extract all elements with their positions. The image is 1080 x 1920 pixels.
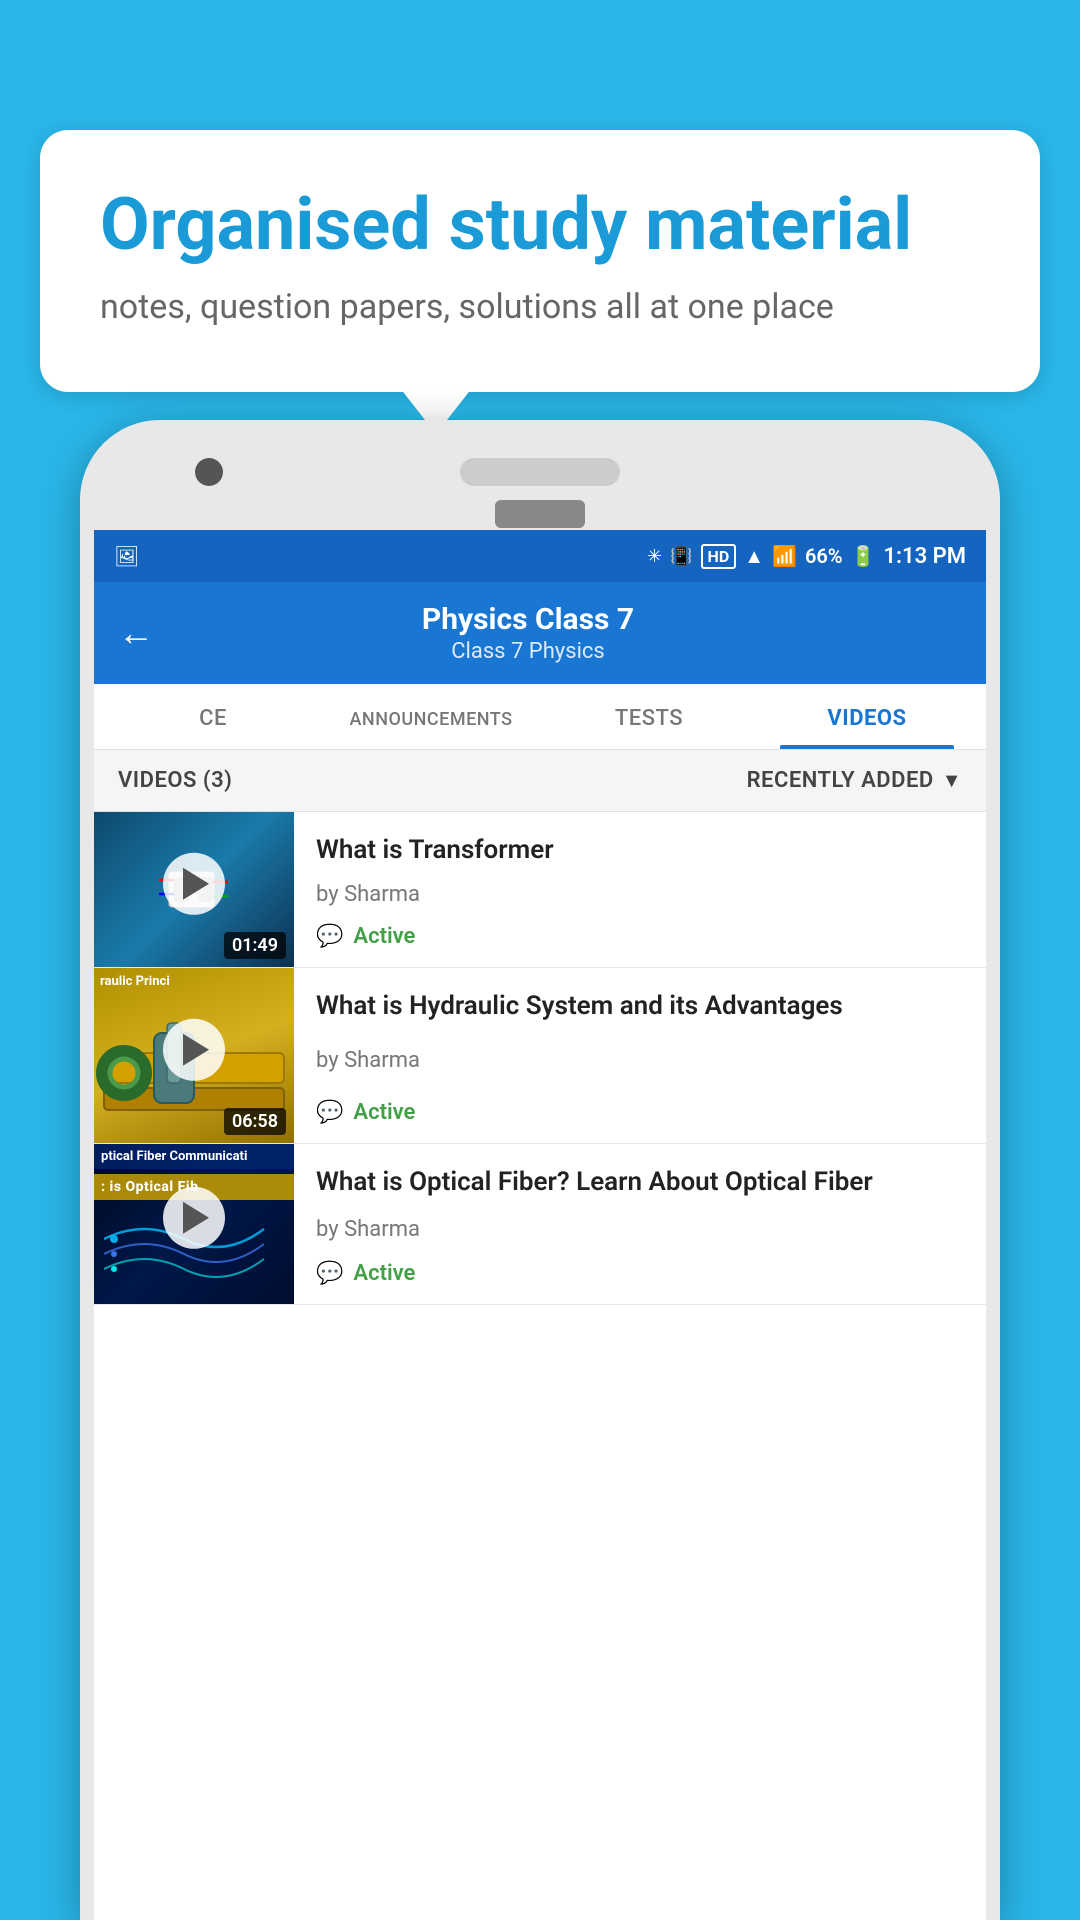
- video-status-3: 💬 Active: [316, 1261, 964, 1286]
- play-button-3[interactable]: [163, 1187, 225, 1249]
- video-info-1: What is Transformer by Sharma 💬 Active: [294, 812, 986, 967]
- tabs-bar: CE ANNOUNCEMENTS TESTS VIDEOS: [94, 684, 986, 750]
- video-item-2[interactable]: raulic Princi: [94, 968, 986, 1144]
- app-header: ← Physics Class 7 Class 7 Physics: [94, 582, 986, 684]
- video-status-1: 💬 Active: [316, 924, 964, 949]
- phone-top-bar: [80, 420, 1000, 530]
- phone-frame: 🖼 ✳ 📳 HD ▲ 📶 66% 🔋 1:13 PM ← Physics Cla…: [80, 420, 1000, 1920]
- video-thumbnail-2: raulic Princi: [94, 968, 294, 1143]
- video-title-3: What is Optical Fiber? Learn About Optic…: [316, 1166, 964, 1200]
- play-triangle-1: [183, 867, 209, 899]
- video-info-3: What is Optical Fiber? Learn About Optic…: [294, 1144, 986, 1304]
- time-display: 1:13 PM: [883, 544, 966, 569]
- status-photo-icon: 🖼: [114, 544, 139, 568]
- status-text-2: Active: [353, 1100, 415, 1125]
- bubble-title: Organised study material: [100, 185, 980, 264]
- duration-1: 01:49: [224, 932, 286, 959]
- video-status-2: 💬 Active: [316, 1100, 964, 1125]
- chat-icon-2: 💬: [316, 1100, 343, 1125]
- hd-badge: HD: [701, 544, 737, 569]
- video-item-1[interactable]: 01:49 What is Transformer by Sharma 💬 Ac…: [94, 812, 986, 968]
- chat-icon-1: 💬: [316, 924, 343, 949]
- battery-icon: 🔋: [851, 544, 876, 568]
- tab-tests[interactable]: TESTS: [540, 684, 758, 749]
- status-bar: 🖼 ✳ 📳 HD ▲ 📶 66% 🔋 1:13 PM: [94, 530, 986, 582]
- video-title-2: What is Hydraulic System and its Advanta…: [316, 990, 964, 1024]
- video-info-2: What is Hydraulic System and its Advanta…: [294, 968, 986, 1143]
- tab-videos[interactable]: VIDEOS: [758, 684, 976, 749]
- speech-bubble: Organised study material notes, question…: [40, 130, 1040, 392]
- status-text-3: Active: [353, 1261, 415, 1286]
- play-button-1[interactable]: [163, 852, 225, 914]
- video-thumbnail-1: 01:49: [94, 812, 294, 967]
- sort-label: RECENTLY ADDED: [747, 768, 934, 793]
- play-button-2[interactable]: [163, 1018, 225, 1080]
- sort-dropdown[interactable]: RECENTLY ADDED ▼: [747, 768, 962, 793]
- video-count: VIDEOS (3): [118, 768, 232, 793]
- chevron-down-icon: ▼: [942, 768, 962, 793]
- video-item-3[interactable]: ptical Fiber Communicati : is Optical Fi…: [94, 1144, 986, 1305]
- bubble-subtitle: notes, question papers, solutions all at…: [100, 284, 980, 332]
- vibrate-icon: 📳: [670, 546, 692, 567]
- chat-icon-3: 💬: [316, 1261, 343, 1286]
- play-triangle-2: [183, 1033, 209, 1065]
- tab-ce[interactable]: CE: [104, 684, 322, 749]
- play-triangle-3: [183, 1202, 209, 1234]
- phone-screen: 🖼 ✳ 📳 HD ▲ 📶 66% 🔋 1:13 PM ← Physics Cla…: [94, 530, 986, 1920]
- status-left: 🖼: [114, 544, 139, 568]
- wifi-icon: ▲: [744, 544, 764, 569]
- battery-text: 66%: [805, 544, 843, 568]
- header-breadcrumb: Class 7 Physics: [178, 639, 878, 664]
- video-thumbnail-3: ptical Fiber Communicati : is Optical Fi…: [94, 1144, 294, 1304]
- back-button[interactable]: ←: [118, 612, 154, 654]
- status-text-1: Active: [353, 924, 415, 949]
- phone-home-btn: [495, 500, 585, 528]
- header-title: Physics Class 7: [178, 602, 878, 637]
- video-title-1: What is Transformer: [316, 834, 964, 868]
- video-author-1: by Sharma: [316, 882, 964, 907]
- duration-2: 06:58: [224, 1108, 286, 1135]
- signal-icon: 📶: [772, 544, 797, 568]
- tab-announcements[interactable]: ANNOUNCEMENTS: [322, 684, 540, 749]
- status-right: ✳ 📳 HD ▲ 📶 66% 🔋 1:13 PM: [647, 544, 966, 569]
- header-title-group: Physics Class 7 Class 7 Physics: [178, 602, 878, 664]
- bluetooth-icon: ✳: [647, 546, 662, 567]
- phone-camera: [195, 458, 223, 486]
- phone-speaker: [460, 458, 620, 486]
- video-author-3: by Sharma: [316, 1217, 964, 1242]
- video-author-2: by Sharma: [316, 1048, 964, 1073]
- list-header: VIDEOS (3) RECENTLY ADDED ▼: [94, 750, 986, 812]
